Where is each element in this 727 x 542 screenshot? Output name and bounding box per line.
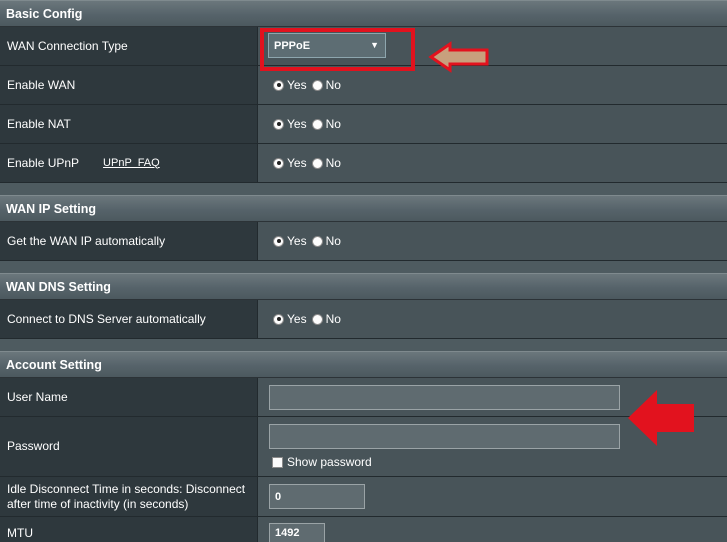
mtu-cell: [258, 517, 727, 542]
section-title: WAN DNS Setting: [6, 279, 111, 294]
mtu-label: MTU: [0, 517, 258, 542]
idle-disconnect-value: 0: [275, 490, 282, 503]
section-title: Basic Config: [6, 6, 83, 21]
enable-wan-cell: Yes No: [258, 66, 727, 104]
enable-upnp-no-radio[interactable]: [311, 157, 323, 169]
section-title: WAN IP Setting: [6, 201, 97, 216]
radio-no-label: No: [325, 312, 341, 326]
show-password-checkbox[interactable]: [272, 456, 283, 468]
password-label: Password: [0, 417, 258, 476]
get-wan-ip-auto-no-radio[interactable]: [311, 235, 323, 247]
row-get-wan-ip-auto: Get the WAN IP automatically Yes No: [0, 222, 727, 261]
row-enable-upnp: Enable UPnP UPnP FAQ Yes No: [0, 144, 727, 183]
idle-disconnect-label: Idle Disconnect Time in seconds: Disconn…: [0, 477, 258, 516]
radio-yes-label: Yes: [287, 312, 307, 326]
mtu-value: 1492: [275, 527, 300, 539]
radio-no-label: No: [325, 156, 341, 170]
radio-yes-label: Yes: [287, 156, 307, 170]
get-wan-ip-auto-radio-group: Yes No: [273, 234, 346, 248]
dns-auto-radio-group: Yes No: [273, 312, 346, 326]
row-enable-wan: Enable WAN Yes No: [0, 66, 727, 105]
enable-upnp-label: Enable UPnP: [7, 155, 80, 170]
enable-wan-label: Enable WAN: [0, 66, 258, 104]
show-password-label: Show password: [287, 455, 372, 469]
enable-wan-radio-group: Yes No: [273, 78, 346, 92]
enable-nat-yes-radio[interactable]: [273, 118, 284, 130]
username-input[interactable]: [269, 385, 620, 410]
dns-auto-label: Connect to DNS Server automatically: [0, 300, 258, 338]
enable-nat-radio-group: Yes No: [273, 117, 346, 131]
section-header-basic-config: Basic Config: [0, 0, 727, 27]
row-dns-auto: Connect to DNS Server automatically Yes …: [0, 300, 727, 339]
annotation-highlight-box: [260, 28, 415, 71]
username-label: User Name: [0, 378, 258, 416]
row-enable-nat: Enable NAT Yes No: [0, 105, 727, 144]
arrow-left-icon: [428, 41, 489, 73]
dns-auto-yes-radio[interactable]: [273, 313, 284, 325]
enable-upnp-radio-group: Yes No: [273, 156, 346, 170]
enable-upnp-cell: Yes No: [258, 144, 727, 182]
radio-no-label: No: [325, 234, 341, 248]
enable-upnp-label-cell: Enable UPnP UPnP FAQ: [0, 144, 258, 182]
radio-yes-label: Yes: [287, 117, 307, 131]
row-mtu: MTU: [0, 517, 727, 542]
enable-nat-cell: Yes No: [258, 105, 727, 143]
dns-auto-no-radio[interactable]: [311, 313, 323, 325]
dns-auto-cell: Yes No: [258, 300, 727, 338]
wan-connection-type-label: WAN Connection Type: [0, 27, 258, 65]
section-header-wan-dns: WAN DNS Setting: [0, 273, 727, 300]
radio-no-label: No: [325, 78, 341, 92]
section-gap: [0, 183, 727, 195]
radio-no-label: No: [325, 117, 341, 131]
section-title: Account Setting: [6, 357, 102, 372]
upnp-faq-link[interactable]: UPnP FAQ: [103, 156, 160, 171]
arrow-left-icon: [628, 390, 694, 446]
enable-upnp-yes-radio[interactable]: [273, 157, 284, 169]
show-password-control[interactable]: Show password: [272, 455, 372, 469]
mtu-input[interactable]: 1492: [269, 523, 325, 542]
enable-wan-yes-radio[interactable]: [273, 79, 284, 91]
idle-disconnect-input[interactable]: 0: [269, 484, 365, 509]
get-wan-ip-auto-cell: Yes No: [258, 222, 727, 260]
get-wan-ip-auto-label: Get the WAN IP automatically: [0, 222, 258, 260]
password-input[interactable]: [269, 424, 620, 449]
section-header-wan-ip: WAN IP Setting: [0, 195, 727, 222]
radio-yes-label: Yes: [287, 234, 307, 248]
section-gap: [0, 261, 727, 273]
get-wan-ip-auto-yes-radio[interactable]: [273, 235, 284, 247]
section-gap: [0, 339, 727, 351]
radio-yes-label: Yes: [287, 78, 307, 92]
enable-nat-label: Enable NAT: [0, 105, 258, 143]
enable-nat-no-radio[interactable]: [311, 118, 323, 130]
enable-wan-no-radio[interactable]: [311, 79, 323, 91]
section-header-account: Account Setting: [0, 351, 727, 378]
